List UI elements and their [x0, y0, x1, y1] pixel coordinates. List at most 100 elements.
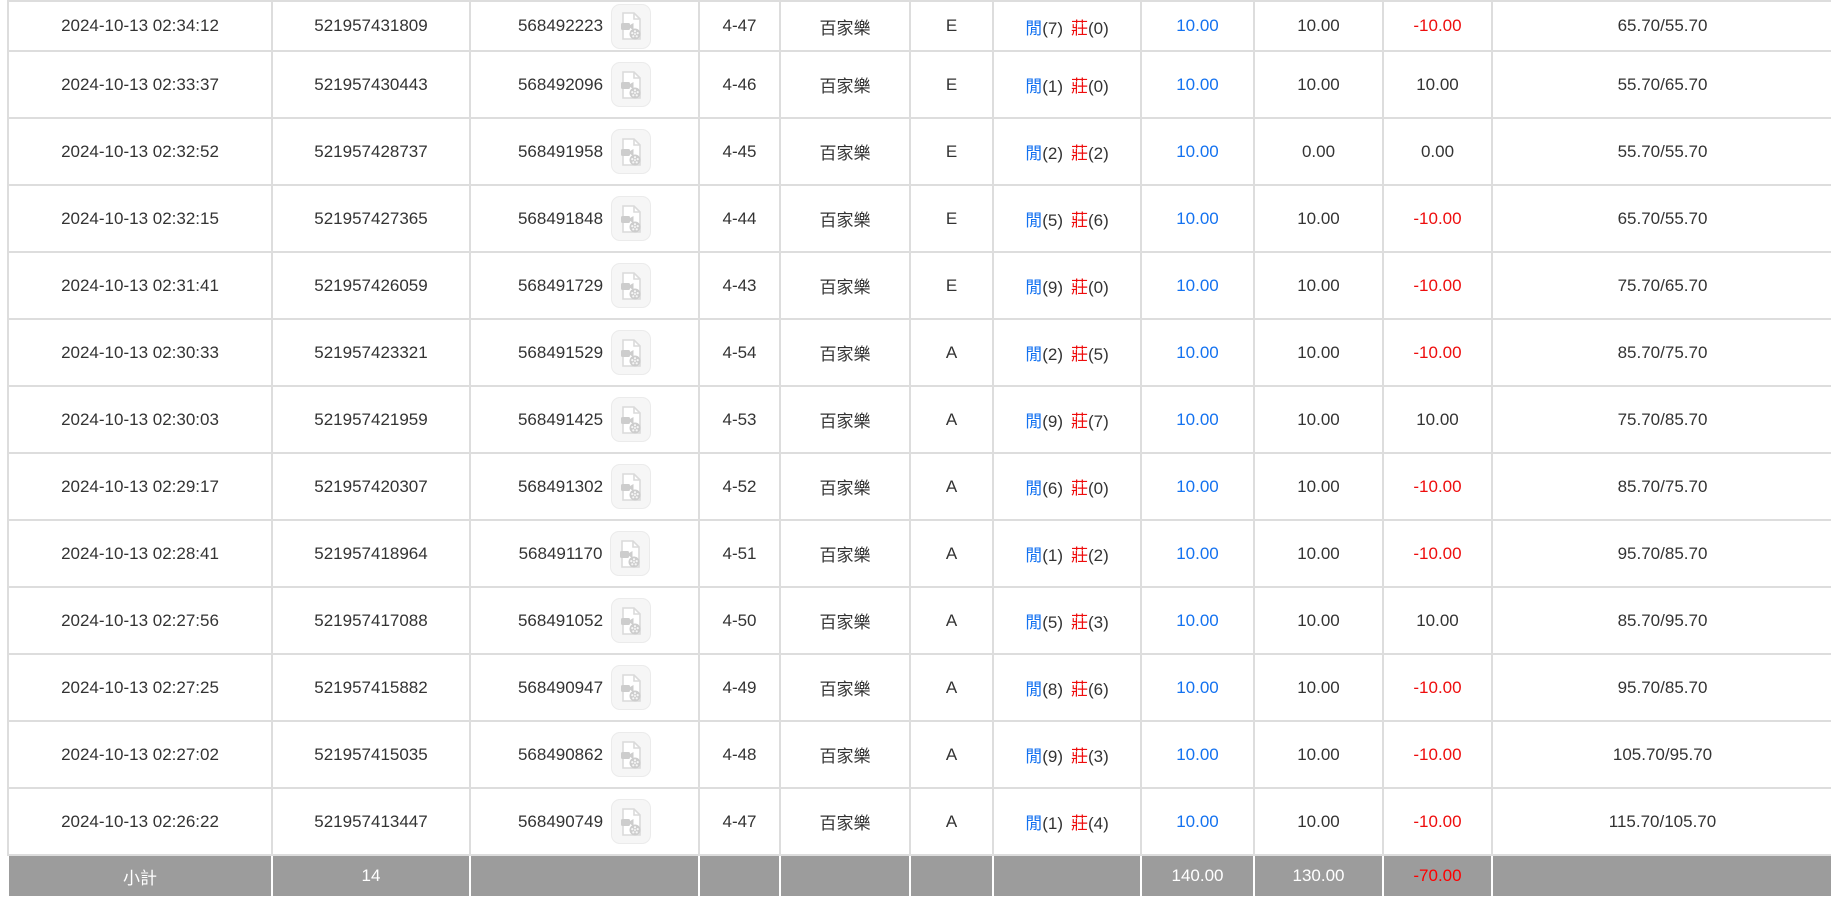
- cell-valid-amount: 10.00: [1254, 587, 1383, 654]
- cell-game-result: 閒(9)莊(3): [993, 721, 1141, 788]
- cell-bet-amount-link[interactable]: 10.00: [1141, 453, 1254, 520]
- cell-round-number: 4-51: [699, 520, 780, 587]
- cell-bet-amount-link[interactable]: 10.00: [1141, 118, 1254, 185]
- cell-game-type: 百家樂: [780, 1, 910, 51]
- table-row: 2024-10-13 02:27:02 521957415035 5684908…: [8, 721, 1831, 788]
- cell-bet-id: 521957415035: [272, 721, 470, 788]
- round-id-value: 568491848: [518, 209, 603, 229]
- banker-result-label: 莊: [1071, 412, 1088, 431]
- cell-win-loss: -10.00: [1383, 788, 1492, 855]
- video-replay-icon[interactable]: [610, 531, 650, 576]
- banker-result-label: 莊: [1071, 278, 1088, 297]
- cell-game-result: 閒(1)莊(2): [993, 520, 1141, 587]
- cell-bet-id: 521957417088: [272, 587, 470, 654]
- banker-result-label: 莊: [1071, 546, 1088, 565]
- cell-bet-id: 521957430443: [272, 51, 470, 118]
- cell-game-type: 百家樂: [780, 788, 910, 855]
- cell-round-number: 4-52: [699, 453, 780, 520]
- cell-bet-time: 2024-10-13 02:32:15: [8, 185, 272, 252]
- cell-bet-amount-link[interactable]: 10.00: [1141, 51, 1254, 118]
- table-row: 2024-10-13 02:32:52 521957428737 5684919…: [8, 118, 1831, 185]
- cell-bet-amount-link[interactable]: 10.00: [1141, 1, 1254, 51]
- cell-bet-amount-link[interactable]: 10.00: [1141, 788, 1254, 855]
- banker-result-points: (2): [1088, 546, 1109, 565]
- cell-bet-amount-link[interactable]: 10.00: [1141, 252, 1254, 319]
- cell-win-loss: -10.00: [1383, 252, 1492, 319]
- video-replay-icon[interactable]: [611, 732, 651, 777]
- player-result-label: 閒: [1025, 613, 1042, 632]
- cell-bet-time: 2024-10-13 02:31:41: [8, 252, 272, 319]
- round-id-value: 568491529: [518, 343, 603, 363]
- cell-bet-amount-link[interactable]: 10.00: [1141, 721, 1254, 788]
- cell-round-id: 568490749: [470, 788, 699, 855]
- video-replay-icon[interactable]: [611, 464, 651, 509]
- cell-game-result: 閒(7)莊(0): [993, 1, 1141, 51]
- cell-round-id: 568491302: [470, 453, 699, 520]
- footer-empty-cell: [1492, 855, 1831, 896]
- cell-win-loss: 10.00: [1383, 587, 1492, 654]
- cell-bet-time: 2024-10-13 02:27:25: [8, 654, 272, 721]
- player-result-points: (9): [1042, 747, 1063, 766]
- table-row: 2024-10-13 02:27:25 521957415882 5684909…: [8, 654, 1831, 721]
- cell-bet-amount-link[interactable]: 10.00: [1141, 319, 1254, 386]
- cell-game-result: 閒(8)莊(6): [993, 654, 1141, 721]
- cell-round-id: 568491052: [470, 587, 699, 654]
- cell-game-type: 百家樂: [780, 185, 910, 252]
- cell-bet-amount-link[interactable]: 10.00: [1141, 386, 1254, 453]
- video-replay-icon[interactable]: [611, 263, 651, 308]
- footer-empty-cell: [470, 855, 699, 896]
- banker-result-label: 莊: [1071, 144, 1088, 163]
- cell-table-code: A: [910, 721, 993, 788]
- cell-game-result: 閒(9)莊(0): [993, 252, 1141, 319]
- cell-balance: 75.70/65.70: [1492, 252, 1831, 319]
- cell-bet-amount-link[interactable]: 10.00: [1141, 654, 1254, 721]
- video-replay-icon[interactable]: [611, 330, 651, 375]
- video-replay-icon[interactable]: [611, 4, 651, 49]
- video-replay-icon[interactable]: [611, 129, 651, 174]
- banker-result-label: 莊: [1071, 680, 1088, 699]
- player-result-points: (2): [1042, 345, 1063, 364]
- video-replay-icon[interactable]: [611, 397, 651, 442]
- video-replay-icon[interactable]: [611, 665, 651, 710]
- player-result-label: 閒: [1025, 814, 1042, 833]
- cell-balance: 55.70/65.70: [1492, 51, 1831, 118]
- cell-bet-time: 2024-10-13 02:28:41: [8, 520, 272, 587]
- cell-game-result: 閒(1)莊(4): [993, 788, 1141, 855]
- cell-bet-amount-link[interactable]: 10.00: [1141, 587, 1254, 654]
- banker-result-label: 莊: [1071, 19, 1088, 38]
- player-result-points: (9): [1042, 412, 1063, 431]
- cell-win-loss: -10.00: [1383, 520, 1492, 587]
- banker-result-points: (0): [1088, 479, 1109, 498]
- cell-valid-amount: 10.00: [1254, 185, 1383, 252]
- table-row: 2024-10-13 02:32:15 521957427365 5684918…: [8, 185, 1831, 252]
- player-result-label: 閒: [1025, 144, 1042, 163]
- cell-round-number: 4-50: [699, 587, 780, 654]
- cell-bet-id: 521957413447: [272, 788, 470, 855]
- cell-bet-id: 521957427365: [272, 185, 470, 252]
- video-replay-icon[interactable]: [611, 196, 651, 241]
- player-result-label: 閒: [1025, 211, 1042, 230]
- cell-bet-time: 2024-10-13 02:27:56: [8, 587, 272, 654]
- video-replay-icon[interactable]: [611, 799, 651, 844]
- cell-win-loss: -10.00: [1383, 654, 1492, 721]
- cell-win-loss: -10.00: [1383, 453, 1492, 520]
- player-result-points: (5): [1042, 613, 1063, 632]
- cell-game-type: 百家樂: [780, 654, 910, 721]
- cell-game-result: 閒(2)莊(2): [993, 118, 1141, 185]
- cell-game-type: 百家樂: [780, 453, 910, 520]
- cell-bet-amount-link[interactable]: 10.00: [1141, 185, 1254, 252]
- cell-bet-amount-link[interactable]: 10.00: [1141, 520, 1254, 587]
- cell-valid-amount: 10.00: [1254, 453, 1383, 520]
- player-result-label: 閒: [1025, 747, 1042, 766]
- banker-result-label: 莊: [1071, 479, 1088, 498]
- footer-empty-cell: [993, 855, 1141, 896]
- cell-win-loss: 10.00: [1383, 51, 1492, 118]
- round-id-value: 568491425: [518, 410, 603, 430]
- cell-table-code: A: [910, 386, 993, 453]
- video-replay-icon[interactable]: [611, 62, 651, 107]
- cell-balance: 95.70/85.70: [1492, 654, 1831, 721]
- video-replay-icon[interactable]: [611, 598, 651, 643]
- cell-balance: 65.70/55.70: [1492, 185, 1831, 252]
- cell-round-number: 4-48: [699, 721, 780, 788]
- cell-balance: 95.70/85.70: [1492, 520, 1831, 587]
